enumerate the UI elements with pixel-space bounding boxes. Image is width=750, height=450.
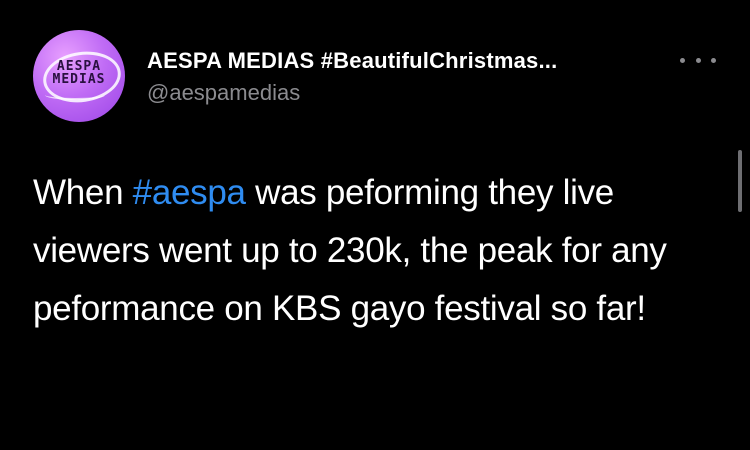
ellipsis-dot [695,57,701,63]
avatar-logo-text: AESPA MEDIAS [33,60,125,86]
hashtag-link[interactable]: #aespa [133,173,246,212]
display-name[interactable]: AESPA MEDIAS #BeautifulChristmas... [147,48,557,74]
user-handle[interactable]: @aespamedias [147,80,300,106]
avatar-logo-swoosh [45,90,105,100]
ellipsis-icon[interactable] [680,50,716,70]
tweet-card: AESPA MEDIAS AESPA MEDIAS #BeautifulChri… [0,0,750,450]
tweet-text-part1: When [33,173,133,212]
avatar-logo-line2: MEDIAS [52,72,106,87]
scrollbar[interactable] [738,150,742,212]
ellipsis-dot [711,57,716,63]
tweet-text: When #aespa was peforming they live view… [33,164,713,338]
ellipsis-dot [680,57,685,63]
avatar[interactable]: AESPA MEDIAS [33,30,125,122]
